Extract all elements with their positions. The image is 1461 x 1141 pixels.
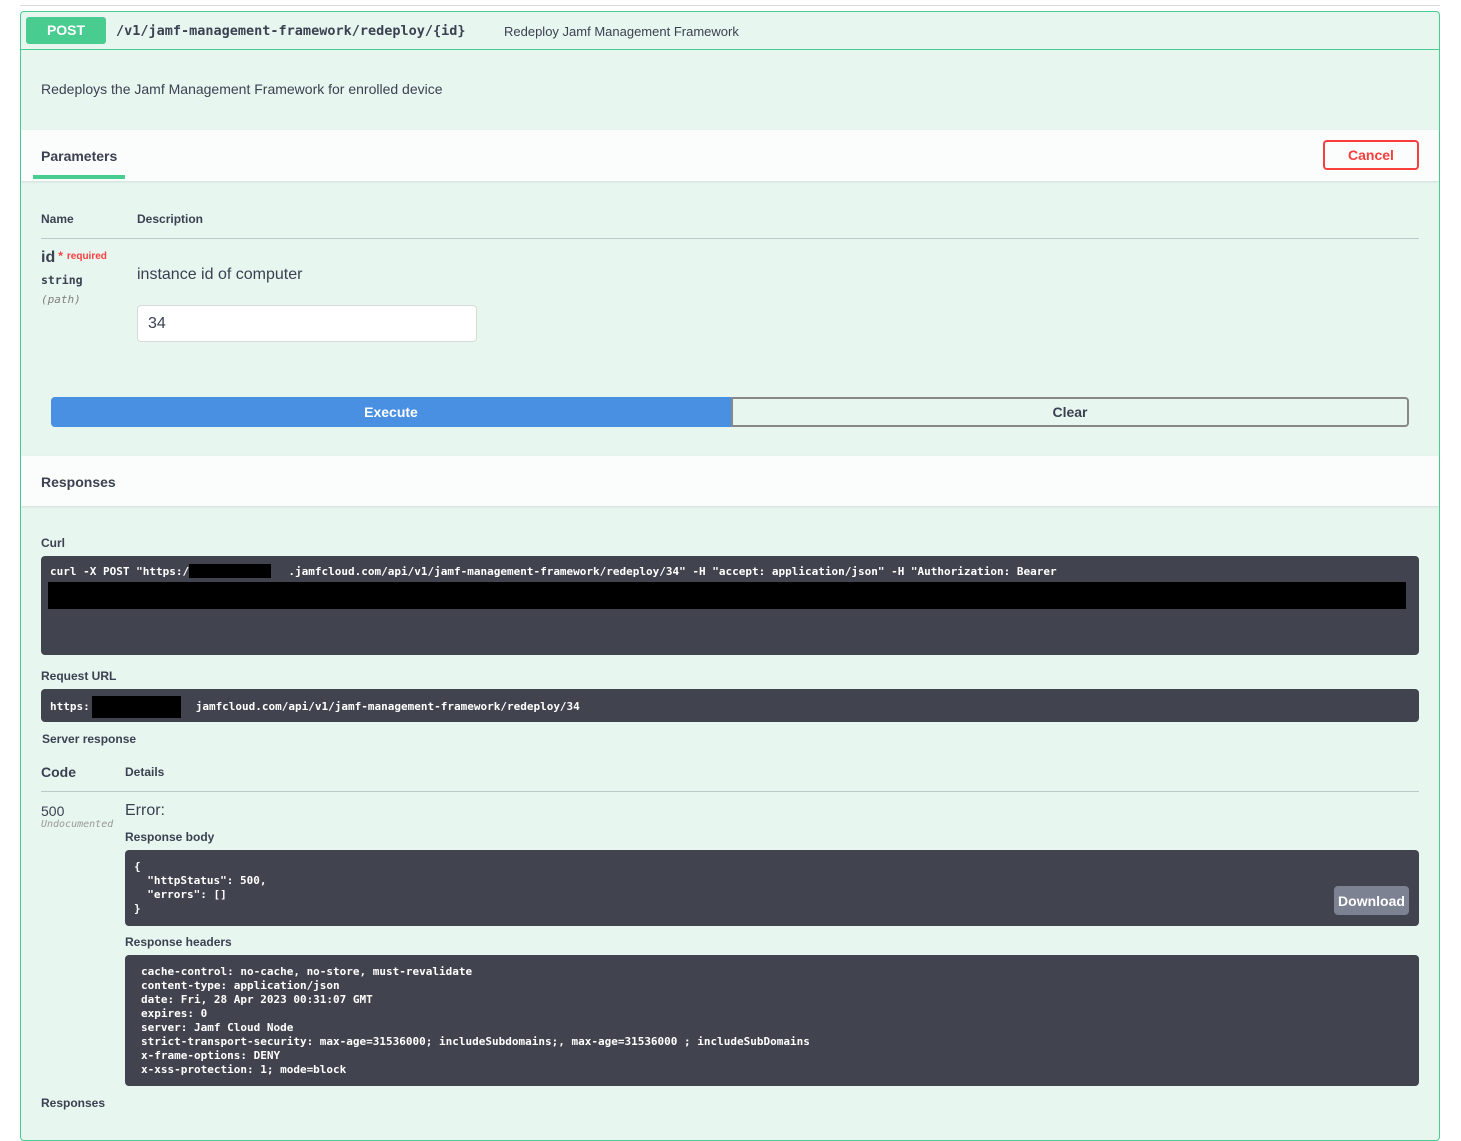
column-header-name: Name	[41, 212, 74, 226]
curl-label: Curl	[41, 536, 65, 550]
response-status-note: Undocumented	[41, 819, 114, 830]
request-url-box[interactable]: https: jamfcloud.com/api/v1/jamf-managem…	[41, 689, 1419, 722]
curl-command-box[interactable]: curl -X POST "https:/ .jamfcloud.com/api…	[41, 556, 1419, 655]
parameter-description: instance id of computer	[137, 266, 303, 283]
response-body-label: Response body	[125, 830, 215, 844]
id-input[interactable]	[137, 305, 477, 342]
response-headers-box[interactable]: cache-control: no-cache, no-store, must-…	[125, 955, 1419, 1086]
parameter-name: id * required	[41, 249, 107, 267]
responses-footer-label: Responses	[41, 1096, 106, 1110]
request-url-label: Request URL	[41, 669, 117, 683]
code-column-header: Code	[41, 764, 76, 780]
required-label: required	[66, 251, 107, 262]
top-divider	[20, 5, 1440, 6]
parameters-header: Parameters Cancel	[21, 130, 1439, 181]
response-divider	[41, 791, 1419, 792]
operation-path: /v1/jamf-management-framework/redeploy/{…	[116, 23, 466, 39]
parameter-location: (path)	[41, 293, 81, 306]
required-star: *	[58, 249, 63, 263]
response-headers-text: cache-control: no-cache, no-store, must-…	[141, 965, 810, 1076]
response-error-label: Error:	[125, 802, 165, 819]
details-column-header: Details	[125, 765, 165, 779]
redaction-bar	[189, 564, 271, 578]
method-badge: POST	[26, 17, 106, 44]
parameters-divider	[41, 238, 1419, 239]
execute-button-group: Execute Clear	[51, 397, 1409, 427]
redaction-bar	[92, 696, 181, 718]
parameter-type: string	[41, 273, 83, 287]
parameter-name-text: id	[41, 249, 56, 266]
response-headers-label: Response headers	[125, 935, 232, 949]
response-status-code: 500	[41, 803, 65, 819]
operation-summary-text: Redeploy Jamf Management Framework	[504, 24, 739, 39]
download-button[interactable]: Download	[1334, 886, 1409, 915]
clear-button[interactable]: Clear	[731, 397, 1409, 427]
operation-summary[interactable]: POST /v1/jamf-management-framework/redep…	[21, 12, 1439, 50]
tab-active-indicator	[33, 175, 125, 179]
cancel-button[interactable]: Cancel	[1323, 140, 1419, 170]
operation-description: Redeploys the Jamf Management Framework …	[41, 81, 443, 97]
redaction-bar	[48, 582, 1406, 609]
execute-button[interactable]: Execute	[51, 397, 731, 427]
response-body-text: { "httpStatus": 500, "errors": [] }	[134, 860, 267, 915]
tab-parameters[interactable]: Parameters	[41, 148, 117, 164]
server-response-label: Server response	[42, 732, 137, 746]
operation-block: POST /v1/jamf-management-framework/redep…	[20, 11, 1440, 1141]
responses-title: Responses	[41, 474, 116, 490]
column-header-description: Description	[137, 212, 204, 226]
response-body-box[interactable]: { "httpStatus": 500, "errors": [] } Down…	[125, 850, 1419, 926]
responses-header: Responses	[21, 456, 1439, 506]
